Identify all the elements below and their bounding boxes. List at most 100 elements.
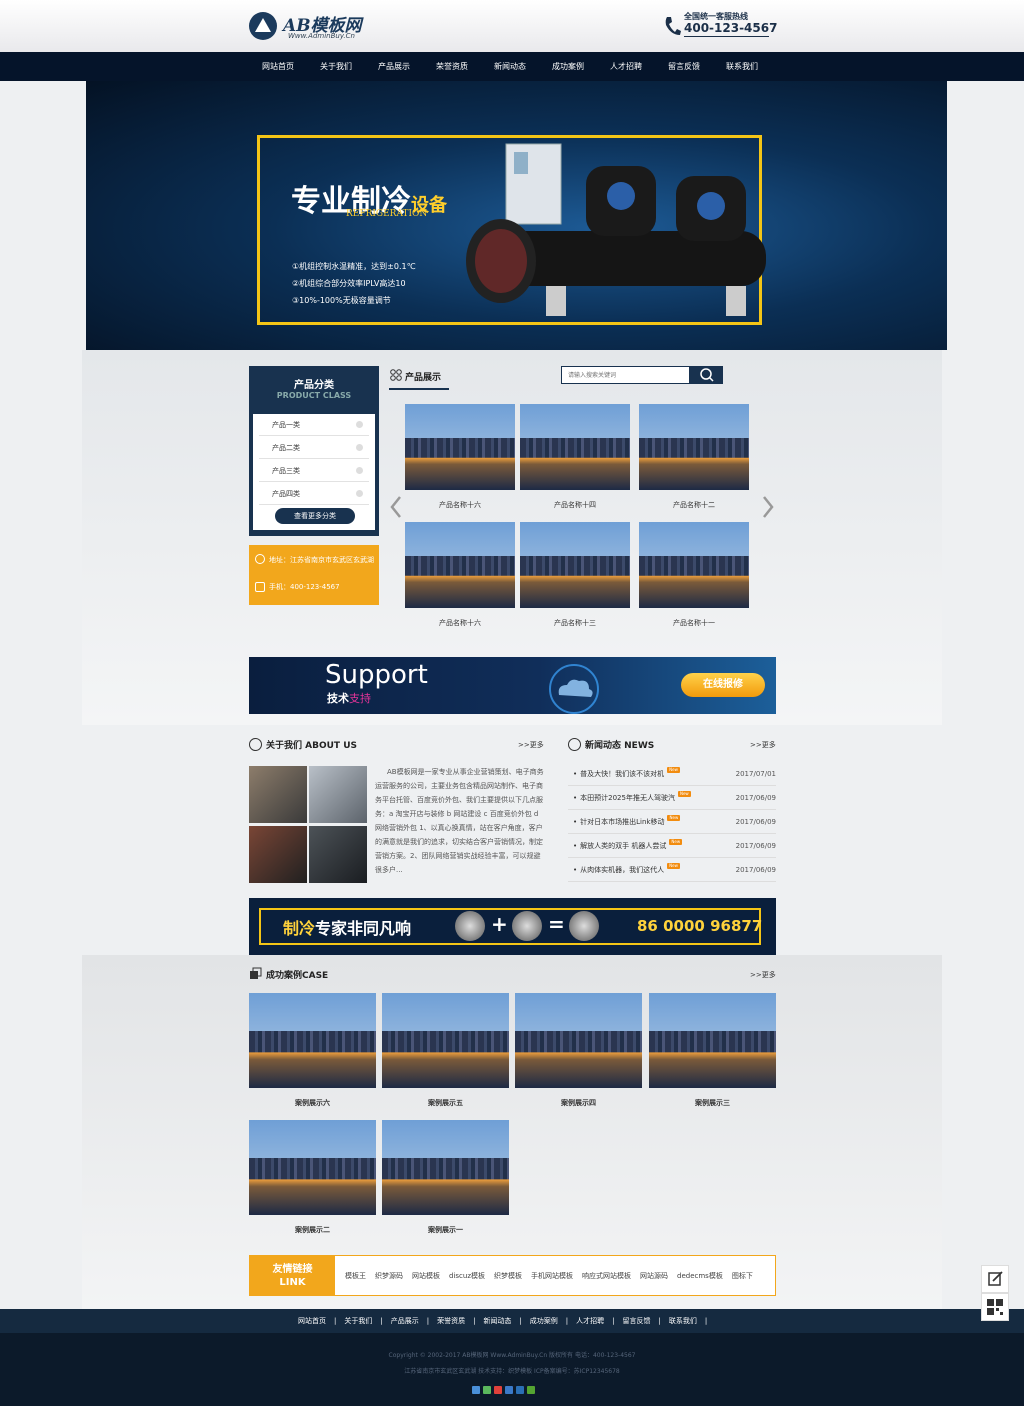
footer-link[interactable]: 产品展示 xyxy=(391,1309,419,1333)
case-card[interactable]: 案例展示六 xyxy=(249,993,376,1108)
nav-item-products[interactable]: 产品展示 xyxy=(365,52,423,81)
carousel-prev-icon[interactable] xyxy=(389,495,403,519)
friend-links-heading: 友情链接 LINK xyxy=(250,1256,335,1295)
product-caption: 产品名称十六 xyxy=(439,501,481,509)
product-class-list: 产品一类 产品二类 产品三类 产品四类 查看更多分类 xyxy=(253,414,375,530)
footer-link[interactable]: 荣誉资质 xyxy=(437,1309,465,1333)
friend-links-title: 友情链接 xyxy=(272,1264,313,1275)
site-header: AB模板网 Www.AdminBuy.Cn 全国统一客服热线 400-123-4… xyxy=(0,0,1024,52)
product-card[interactable]: 产品名称十四 xyxy=(520,404,630,510)
refrigeration-ad-banner[interactable]: 制冷专家非同凡响 + = 86 0000 96877 xyxy=(249,898,776,955)
nav-item-contact[interactable]: 联系我们 xyxy=(713,52,771,81)
products-section-title: 产品展示 xyxy=(405,373,442,383)
footer-link[interactable]: 联系我们 xyxy=(669,1309,697,1333)
cases-section-title: 成功案例CASE xyxy=(266,971,329,981)
news-more-link[interactable]: >>更多 xyxy=(750,740,776,750)
product-image xyxy=(520,404,630,490)
part-image xyxy=(569,911,599,941)
nav-item-news[interactable]: 新闻动态 xyxy=(481,52,539,81)
case-card[interactable]: 案例展示三 xyxy=(649,993,776,1108)
grid-icon xyxy=(390,369,402,381)
support-title-cn: 技术支持 xyxy=(327,692,371,705)
friend-link[interactable]: dedecms模板 xyxy=(677,1271,723,1281)
friend-link[interactable]: 响应式网站模板 xyxy=(582,1271,631,1281)
friend-links-title-en: LINK xyxy=(279,1277,306,1288)
more-classes-button[interactable]: 查看更多分类 xyxy=(275,508,355,524)
support-title-en: Support xyxy=(325,660,428,690)
share-renren-icon[interactable] xyxy=(516,1386,524,1394)
product-card[interactable]: 产品名称十一 xyxy=(639,522,749,628)
product-card[interactable]: 产品名称十三 xyxy=(520,522,630,628)
class-item-4[interactable]: 产品四类 xyxy=(259,483,369,505)
case-card[interactable]: 案例展示一 xyxy=(382,1120,509,1235)
search-input[interactable] xyxy=(561,366,690,384)
share-qzone-icon[interactable] xyxy=(472,1386,480,1394)
product-caption: 产品名称十三 xyxy=(554,619,596,627)
hero-banner[interactable]: 专业制冷设备 REFRIGERATION ①机组控制水温精准，达到±0.1℃ ②… xyxy=(86,81,947,350)
part-image xyxy=(512,911,542,941)
product-card[interactable]: 产品名称十二 xyxy=(639,404,749,510)
news-item[interactable]: 从肉体实机器，我们这代人New 2017/06/09 xyxy=(568,858,776,882)
case-card[interactable]: 案例展示二 xyxy=(249,1120,376,1235)
support-banner[interactable]: Support 技术支持 在线报修 xyxy=(249,657,776,714)
case-image xyxy=(382,1120,509,1215)
share-tencent-icon[interactable] xyxy=(505,1386,513,1394)
main-nav: 网站首页 关于我们 产品展示 荣誉资质 新闻动态 成功案例 人才招聘 留言反馈 … xyxy=(0,52,1024,81)
logo-icon[interactable] xyxy=(249,12,277,40)
qrcode-icon xyxy=(987,1299,1003,1315)
friend-link[interactable]: discuz模板 xyxy=(449,1271,485,1281)
news-item[interactable]: 本田预计2025年推无人驾驶汽New 2017/06/09 xyxy=(568,786,776,810)
cases-more-link[interactable]: >>更多 xyxy=(750,970,776,980)
friend-link[interactable]: 网站源码 xyxy=(640,1271,668,1281)
news-title: 针对日本市场推出Link移动 xyxy=(580,818,665,826)
search-button[interactable] xyxy=(690,366,723,384)
footer-link[interactable]: 留言反馈 xyxy=(623,1309,651,1333)
banner-subtitle-en: REFRIGERATION xyxy=(346,209,428,219)
footer-link[interactable]: 新闻动态 xyxy=(483,1309,511,1333)
share-wechat-icon[interactable] xyxy=(483,1386,491,1394)
class-item-3[interactable]: 产品三类 xyxy=(259,460,369,482)
nav-item-feedback[interactable]: 留言反馈 xyxy=(655,52,713,81)
online-repair-button[interactable]: 在线报修 xyxy=(681,673,765,697)
products-title-underline xyxy=(389,388,449,390)
new-badge: New xyxy=(667,863,680,869)
footer-link[interactable]: 人才招聘 xyxy=(576,1309,604,1333)
news-item[interactable]: 普及大快！我们该不该对机New 2017/07/01 xyxy=(568,762,776,786)
class-item-2[interactable]: 产品二类 xyxy=(259,437,369,459)
about-image xyxy=(249,826,307,883)
carousel-next-icon[interactable] xyxy=(761,495,775,519)
news-item[interactable]: 针对日本市场推出Link移动New 2017/06/09 xyxy=(568,810,776,834)
about-more-link[interactable]: >>更多 xyxy=(518,740,544,750)
new-badge: New xyxy=(677,791,691,797)
share-weibo-icon[interactable] xyxy=(494,1386,502,1394)
friend-link[interactable]: 网站模板 xyxy=(412,1271,440,1281)
nav-item-about[interactable]: 关于我们 xyxy=(307,52,365,81)
friend-link[interactable]: 织梦模板 xyxy=(494,1271,522,1281)
footer-link[interactable]: 关于我们 xyxy=(344,1309,372,1333)
friend-link[interactable]: 图标下 xyxy=(732,1271,753,1281)
friend-link[interactable]: 手机网站模板 xyxy=(531,1271,573,1281)
case-card[interactable]: 案例展示五 xyxy=(382,993,509,1108)
product-card[interactable]: 产品名称十六 xyxy=(405,522,515,628)
product-card[interactable]: 产品名称十六 xyxy=(405,404,515,510)
case-card[interactable]: 案例展示四 xyxy=(515,993,642,1108)
friend-link[interactable]: 模板王 xyxy=(345,1271,366,1281)
friend-link[interactable]: 织梦源码 xyxy=(375,1271,403,1281)
class-item-1[interactable]: 产品一类 xyxy=(259,414,369,436)
nav-item-jobs[interactable]: 人才招聘 xyxy=(597,52,655,81)
ad-phone: 86 0000 96877 xyxy=(637,917,763,935)
footer-link[interactable]: 网站首页 xyxy=(298,1309,326,1333)
nav-item-cases[interactable]: 成功案例 xyxy=(539,52,597,81)
floating-feedback-button[interactable] xyxy=(981,1265,1009,1293)
share-douban-icon[interactable] xyxy=(527,1386,535,1394)
footer-link[interactable]: 成功案例 xyxy=(530,1309,558,1333)
news-title: 从肉体实机器，我们这代人 xyxy=(580,866,665,874)
nav-item-honors[interactable]: 荣誉资质 xyxy=(423,52,481,81)
equals-icon: = xyxy=(548,912,565,936)
case-image xyxy=(249,1120,376,1215)
news-item[interactable]: 解放人类的双手 机器人尝试New 2017/06/09 xyxy=(568,834,776,858)
nav-item-home[interactable]: 网站首页 xyxy=(249,52,307,81)
case-image xyxy=(249,993,376,1088)
floating-qrcode-button[interactable] xyxy=(981,1293,1009,1321)
ad-slogan: 制冷专家非同凡响 xyxy=(283,919,412,938)
